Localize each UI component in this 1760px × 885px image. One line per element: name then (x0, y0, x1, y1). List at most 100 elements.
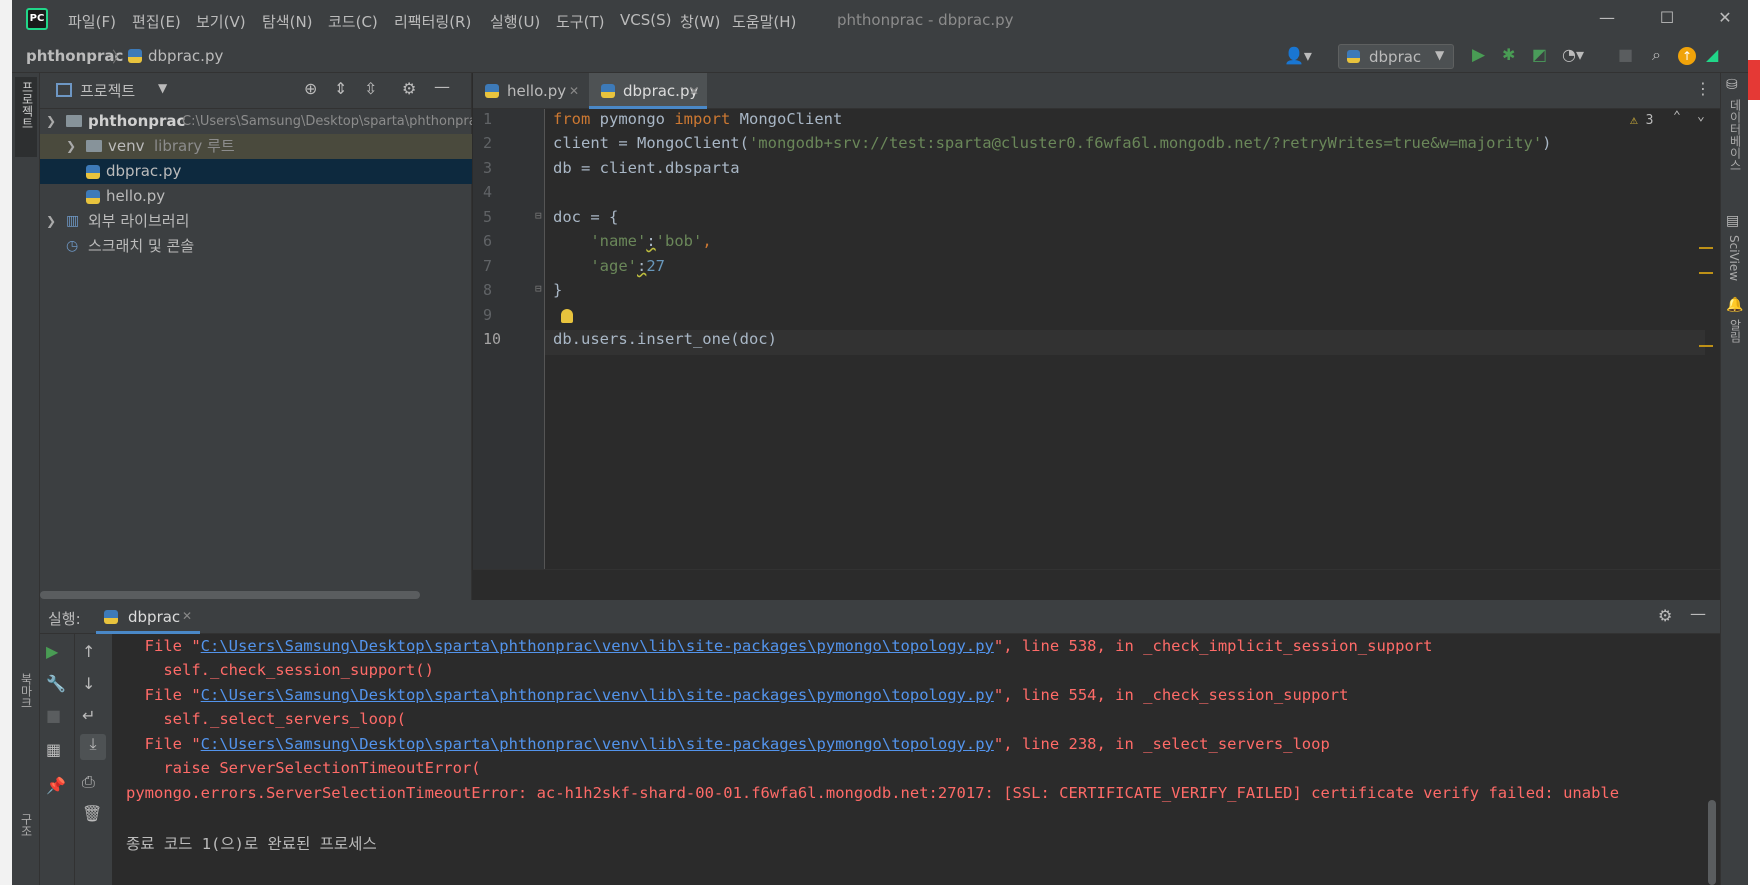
menu-view[interactable]: 보기(V) (196, 11, 246, 32)
gear-icon[interactable]: ⚙ (402, 79, 416, 98)
project-panel-title[interactable]: 프로젝트 (80, 80, 135, 101)
code-line-3: db = client.dbsparta (553, 159, 740, 177)
user-account-icon[interactable]: 👤▾ (1284, 46, 1312, 65)
console-line: raise ServerSelectionTimeoutError( (126, 759, 481, 777)
close-tab-icon[interactable]: ✕ (689, 73, 699, 109)
code-editor[interactable]: 1 2 3 4 5 6 7 8 9 10 ⊟ ⊟ from pymongo im… (473, 109, 1720, 600)
breadcrumb-file[interactable]: dbprac.py (148, 47, 223, 65)
chevron-right-icon[interactable]: ❯ (66, 134, 76, 159)
warning-stripe[interactable] (1699, 345, 1713, 347)
code-with-me-icon[interactable]: ◢ (1706, 45, 1718, 64)
run-toolbar: ▶ 🔧 ■ ▦ 📌 ↑ ↓ ↵ ⤓ ⎙ 🗑 (40, 634, 112, 885)
debug-icon[interactable]: ✱ (1502, 45, 1515, 64)
code-line-8: } (553, 281, 563, 299)
close-tab-icon[interactable]: ✕ (182, 609, 192, 623)
more-options-icon[interactable]: ⋮ (1695, 79, 1711, 98)
line-gutter: 1 2 3 4 5 6 7 8 9 10 ⊟ ⊟ (473, 109, 545, 569)
menu-window[interactable]: 창(W) (680, 11, 720, 32)
database-icon[interactable]: ⛁ (1726, 77, 1738, 93)
warning-stripe[interactable] (1699, 247, 1713, 249)
tree-item-hello[interactable]: hello.py (40, 184, 472, 209)
layout-icon[interactable]: ▦ (46, 740, 61, 759)
database-tool-label[interactable]: 데이터베이스 (1727, 99, 1744, 171)
menu-refactor[interactable]: 리팩터링(R) (394, 11, 471, 32)
vertical-scrollbar[interactable] (1708, 800, 1716, 885)
file-link[interactable]: C:\Users\Samsung\Desktop\sparta\phthonpr… (201, 686, 994, 704)
warnings-indicator[interactable]: ⚠ 3 (1630, 113, 1653, 128)
fold-icon[interactable]: ⊟ (535, 282, 542, 295)
print-icon[interactable]: ⎙ (82, 772, 95, 792)
menu-help[interactable]: 도움말(H) (732, 11, 796, 32)
hide-panel-icon[interactable]: — (434, 77, 450, 96)
menu-run[interactable]: 실행(U) (490, 11, 540, 32)
tree-item-scratches[interactable]: ◷ 스크래치 및 콘솔 (40, 234, 472, 259)
folder-icon (86, 140, 102, 152)
gear-icon[interactable]: ⚙ (1658, 606, 1672, 625)
breadcrumb-project[interactable]: phthonprac (26, 47, 123, 65)
hide-panel-icon[interactable]: — (1690, 604, 1706, 623)
chevron-down-icon[interactable]: ▼ (158, 81, 167, 95)
locate-file-icon[interactable]: ⊕ (304, 79, 317, 98)
horizontal-scrollbar[interactable] (40, 591, 420, 599)
line-number: 8 (483, 281, 493, 299)
tree-item-project-root[interactable]: ❯ phthonprac C:\Users\Samsung\Desktop\sp… (40, 109, 472, 134)
scroll-to-end-icon[interactable]: ⤓ (80, 734, 106, 760)
close-icon[interactable]: ✕ (1712, 8, 1738, 32)
profile-icon[interactable]: ◔▾ (1562, 45, 1584, 64)
menu-vcs[interactable]: VCS(S) (620, 11, 671, 29)
menu-file[interactable]: 파일(F) (68, 11, 116, 32)
warning-stripe[interactable] (1699, 272, 1713, 274)
trash-icon[interactable]: 🗑 (82, 804, 102, 823)
fold-icon[interactable]: ⊟ (535, 209, 542, 222)
notifications-icon[interactable]: 🔔 (1726, 297, 1743, 313)
menu-code[interactable]: 코드(C) (328, 11, 378, 32)
line-number: 10 (483, 330, 502, 348)
coverage-icon[interactable]: ◩ (1532, 45, 1547, 64)
collapse-all-icon[interactable]: ⇳ (364, 79, 377, 98)
pin-icon[interactable]: 📌 (46, 776, 66, 795)
expand-all-icon[interactable]: ⇕ (334, 79, 347, 98)
tree-item-dbprac[interactable]: dbprac.py (40, 159, 472, 184)
menu-tools[interactable]: 도구(T) (556, 11, 604, 32)
soft-wrap-icon[interactable]: ↵ (82, 706, 95, 725)
navigation-bar: phthonprac 〉 dbprac.py 👤▾ dbprac ▼ ▶ ✱ ◩… (12, 40, 1748, 73)
run-config-dropdown[interactable]: dbprac ▼ (1338, 44, 1454, 69)
structure-tool-label[interactable]: 구조 (18, 813, 35, 837)
line-number: 9 (483, 306, 493, 324)
lightbulb-icon[interactable] (561, 309, 573, 323)
folder-icon (66, 115, 82, 127)
line-number: 4 (483, 183, 493, 201)
close-tab-icon[interactable]: ✕ (569, 73, 579, 109)
file-link[interactable]: C:\Users\Samsung\Desktop\sparta\phthonpr… (201, 637, 994, 655)
update-icon[interactable]: ↑ (1678, 47, 1696, 65)
file-link[interactable]: C:\Users\Samsung\Desktop\sparta\phthonpr… (201, 735, 994, 753)
run-tab-label[interactable]: dbprac (128, 608, 180, 626)
chevron-right-icon[interactable]: ❯ (46, 209, 56, 234)
tree-item-external-libraries[interactable]: ❯ ▥ 외부 라이브러리 (40, 209, 472, 234)
line-number: 2 (483, 134, 493, 152)
modify-config-icon[interactable]: 🔧 (46, 674, 66, 693)
project-tool-button[interactable]: 프로젝트 (15, 77, 37, 157)
maximize-icon[interactable]: ☐ (1654, 8, 1680, 32)
menu-navigate[interactable]: 탐색(N) (262, 11, 313, 32)
tab-hello[interactable]: hello.py ✕ (473, 73, 587, 109)
scroll-down-icon[interactable]: ↓ (82, 674, 95, 693)
background-window-edge (0, 0, 12, 885)
tree-item-venv[interactable]: ❯ venv library 루트 (40, 134, 472, 159)
chevron-down-icon[interactable]: ❯ (46, 109, 56, 134)
bookmarks-tool-label[interactable]: 북마크 (18, 673, 35, 709)
scroll-up-icon[interactable]: ↑ (82, 642, 95, 661)
minimize-icon[interactable]: — (1594, 8, 1620, 32)
previous-highlight-icon[interactable]: ⌃ (1673, 109, 1681, 124)
run-config-name: dbprac (1369, 48, 1422, 66)
sciview-tool-label[interactable]: SciView (1727, 235, 1741, 281)
sciview-icon[interactable]: ▤ (1726, 213, 1739, 229)
tab-dbprac[interactable]: dbprac.py ✕ (589, 73, 707, 109)
menu-edit[interactable]: 편집(E) (132, 11, 181, 32)
rerun-icon[interactable]: ▶ (46, 642, 58, 661)
search-icon[interactable]: ⌕ (1652, 45, 1661, 65)
run-icon[interactable]: ▶ (1472, 45, 1485, 65)
notifications-tool-label[interactable]: 알림 (1727, 319, 1744, 343)
breadcrumb-separator-icon: 〉 (112, 48, 128, 66)
next-highlight-icon[interactable]: ⌄ (1697, 109, 1705, 124)
